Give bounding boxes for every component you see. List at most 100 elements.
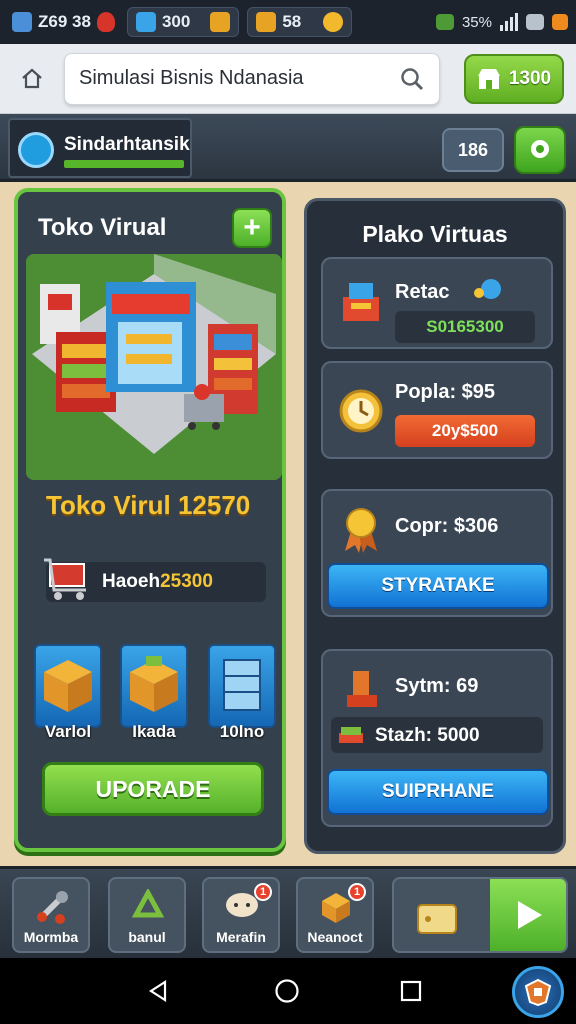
- assistant-button[interactable]: [512, 966, 564, 1018]
- address-text: Simulasi Bisnis Ndanasia: [79, 67, 304, 89]
- store-illustration: [26, 254, 282, 480]
- category-row: Varlol Ikada 10lno: [34, 644, 276, 744]
- nav-label-chat: Merafin: [216, 929, 266, 945]
- crate-icon: [256, 12, 277, 32]
- money-stack-icon: [339, 727, 363, 743]
- category-tile-3[interactable]: [208, 644, 276, 728]
- stat-value-popularity: 20y$500: [395, 415, 535, 447]
- register-icon: [343, 283, 379, 321]
- coin-stack-icon: [323, 12, 344, 32]
- magnifier-logo-icon: [18, 132, 54, 168]
- play-icon: [518, 901, 542, 929]
- stats-panel: Plako Virtuas Retac S0165300 Popla: $95 …: [304, 198, 566, 854]
- stat-label-system: Sytm: 69: [395, 675, 479, 697]
- box-icon: [130, 656, 178, 712]
- boot-icon: [347, 671, 377, 707]
- wrench-icon: [37, 891, 68, 924]
- nav-item-recycle[interactable]: banul: [108, 877, 186, 953]
- stat-sub-bar: Stazh: 5000: [331, 717, 543, 753]
- stat-label-copr: Copr: $306: [395, 515, 499, 537]
- system-indicators: 35%: [435, 13, 568, 31]
- card-icon: [135, 12, 156, 32]
- app-icon: [12, 12, 32, 32]
- clock-text: Z69 38: [38, 12, 91, 31]
- shield-game-icon: [524, 978, 552, 1006]
- signal-icon: [500, 13, 518, 31]
- crate-icon: [210, 12, 231, 32]
- stat-sub-text: Stazh: 5000: [375, 725, 480, 746]
- category-tile-1[interactable]: [34, 644, 102, 728]
- nav-item-build[interactable]: Mormba: [12, 877, 90, 953]
- cash-value: 25300: [160, 571, 213, 592]
- square-recents-icon: [400, 980, 422, 1002]
- nav-badge-inventory: 1: [348, 883, 366, 901]
- home-button[interactable]: [12, 59, 52, 99]
- stat-label-popularity: Popla: $95: [395, 381, 496, 403]
- game-title-plate: Sindarhtansik: [8, 118, 192, 178]
- clock-icon: [339, 389, 383, 433]
- strategy-button[interactable]: STYRATAKE: [327, 563, 549, 609]
- battery-percent: 35%: [461, 13, 492, 31]
- box-icon: [44, 660, 92, 712]
- nav-label-inventory: Neanoct: [307, 929, 363, 945]
- stat-value-revenue: S0165300: [395, 311, 535, 343]
- resource-chip-crate-value: 58: [282, 12, 302, 31]
- bottom-nav: Mormba banul 1 Merafin 1 Neanoct: [0, 866, 576, 958]
- map-button[interactable]: [514, 126, 566, 174]
- medal-icon: [345, 508, 377, 553]
- store-panel: Toko Virual + Toko Virul 12570 Haoeh 253…: [14, 188, 286, 852]
- shopping-cart-icon: [42, 552, 94, 609]
- address-bar[interactable]: Simulasi Bisnis Ndanasia: [64, 52, 440, 105]
- resource-chip-card-value: 300: [161, 12, 191, 31]
- wallet-value: 1300: [508, 67, 552, 89]
- stats-panel-title: Plako Virtuas: [362, 221, 508, 247]
- back-icon: [148, 979, 167, 1003]
- recents-button[interactable]: [396, 976, 426, 1006]
- title-underline: [64, 160, 184, 168]
- notification-icon: [435, 14, 454, 30]
- gallery-icon: [526, 14, 544, 30]
- home-nav-button[interactable]: [272, 976, 302, 1006]
- home-icon: [22, 68, 42, 88]
- purchase-button[interactable]: SUIPRHANE: [327, 769, 549, 815]
- cash-label: Haoeh: [102, 571, 161, 592]
- browser-bar: Simulasi Bisnis Ndanasia 1300: [0, 44, 576, 114]
- resource-chip-crate[interactable]: 58: [247, 7, 353, 37]
- wallet-icon: [417, 904, 457, 934]
- recycle-icon: [131, 889, 165, 918]
- bird-icon: [474, 279, 501, 299]
- android-nav-bar: [0, 958, 576, 1024]
- upgrade-button[interactable]: UPORADE: [42, 762, 264, 816]
- back-button[interactable]: [144, 976, 174, 1006]
- nav-label-build: Mormba: [23, 929, 79, 945]
- stat-card-revenue[interactable]: Retac S0165300: [321, 257, 553, 349]
- location-pin-icon: [531, 140, 549, 158]
- nav-label-recycle: banul: [128, 929, 166, 945]
- add-store-button[interactable]: +: [232, 208, 272, 248]
- nav-item-wallet[interactable]: [392, 877, 568, 953]
- game-title: Sindarhtansik: [64, 134, 190, 155]
- nav-badge-chat: 1: [254, 883, 272, 901]
- resource-chip-card[interactable]: 300: [126, 7, 240, 37]
- game-header: Sindarhtansik 186: [0, 114, 576, 182]
- wallet-button[interactable]: 1300: [464, 53, 564, 104]
- orange-app-icon: [552, 14, 568, 30]
- stat-card-popularity[interactable]: Popla: $95 20y$500: [321, 361, 553, 459]
- store-icon: [477, 68, 500, 89]
- nav-item-inventory[interactable]: 1 Neanoct: [296, 877, 374, 953]
- status-bar: Z69 38 300 58 35%: [0, 0, 576, 44]
- category-label-1: Varlol: [44, 722, 92, 741]
- cabinet-icon: [223, 659, 261, 711]
- level-counter[interactable]: 186: [442, 128, 504, 172]
- play-button[interactable]: [490, 879, 566, 951]
- store-name: Toko Virul 12570: [46, 490, 251, 520]
- search-icon[interactable]: [399, 66, 425, 92]
- nav-item-chat[interactable]: 1 Merafin: [202, 877, 280, 953]
- circle-home-icon: [275, 979, 299, 1003]
- alert-shield-icon: [96, 12, 115, 32]
- clock: Z69 38: [8, 7, 119, 37]
- category-label-3: 10lno: [219, 722, 265, 741]
- category-label-2: Ikada: [132, 722, 176, 741]
- category-tile-2[interactable]: [120, 644, 188, 728]
- stat-label-revenue: Retac: [395, 281, 450, 303]
